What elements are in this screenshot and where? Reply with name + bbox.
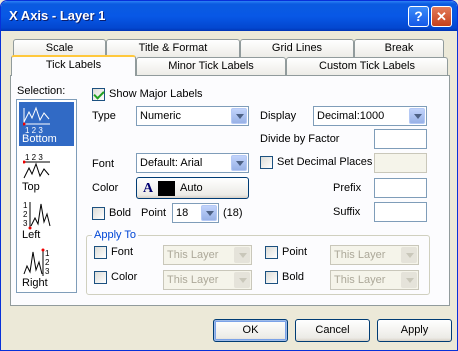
display-value: Decimal:1000 bbox=[317, 110, 385, 122]
help-button[interactable]: ? bbox=[408, 6, 429, 27]
color-label: Color bbox=[92, 182, 119, 194]
tab-grid-lines[interactable]: Grid Lines bbox=[240, 39, 354, 58]
top-axis-icon: 1 2 3 bbox=[23, 153, 50, 179]
window-title: X Axis - Layer 1 bbox=[9, 8, 106, 23]
chevron-down-icon bbox=[234, 247, 250, 263]
svg-text:1 2 3: 1 2 3 bbox=[25, 153, 43, 162]
point-label: Point bbox=[141, 207, 167, 219]
display-select[interactable]: Decimal:1000 bbox=[313, 106, 427, 126]
color-swatch bbox=[158, 181, 175, 196]
apply-point-select[interactable]: This Layer bbox=[330, 245, 419, 265]
set-decimal-places-checkbox[interactable] bbox=[260, 156, 273, 169]
tab-break[interactable]: Break bbox=[354, 39, 444, 58]
axis-dialog-window: X Axis - Layer 1 ? ✕ Scale Title & Forma… bbox=[0, 0, 458, 351]
selection-item-left[interactable]: 1 2 3 Left bbox=[19, 198, 74, 242]
prefix-input[interactable] bbox=[374, 178, 427, 198]
point-actual-value: (18) bbox=[223, 207, 243, 219]
selection-item-label: Right bbox=[22, 277, 48, 289]
selection-item-right[interactable]: 1 2 3 Right bbox=[19, 246, 74, 290]
apply-color-value: This Layer bbox=[167, 274, 219, 286]
apply-color-label: Color bbox=[111, 271, 138, 283]
font-color-icon: A bbox=[143, 181, 154, 196]
svg-text:1: 1 bbox=[23, 201, 28, 210]
color-button[interactable]: A Auto bbox=[136, 177, 249, 199]
apply-point-checkbox[interactable] bbox=[265, 246, 278, 259]
prefix-label: Prefix bbox=[333, 182, 362, 194]
bold-label: Bold bbox=[109, 207, 132, 219]
set-decimal-places-label: Set Decimal Places bbox=[277, 156, 373, 168]
cancel-button[interactable]: Cancel bbox=[295, 319, 370, 342]
chevron-down-icon bbox=[201, 205, 217, 221]
apply-font-select[interactable]: This Layer bbox=[163, 245, 252, 265]
apply-bold-checkbox[interactable] bbox=[265, 271, 278, 284]
suffix-label: Suffix bbox=[333, 206, 361, 218]
chevron-down-icon bbox=[409, 108, 425, 124]
selection-item-label: Bottom bbox=[22, 133, 57, 145]
svg-text:2: 2 bbox=[45, 258, 50, 267]
selection-item-bottom[interactable]: 1 2 3 Bottom bbox=[19, 102, 74, 146]
selection-list[interactable]: 1 2 3 Bottom 1 2 3 Top 1 2 3 Left 1 2 3 … bbox=[16, 99, 77, 293]
right-axis-icon: 1 2 3 bbox=[23, 248, 50, 276]
close-button[interactable]: ✕ bbox=[431, 6, 452, 27]
svg-text:1: 1 bbox=[45, 249, 50, 258]
bottom-axis-icon: 1 2 3 bbox=[23, 106, 50, 134]
font-value: Default: Arial bbox=[140, 157, 203, 169]
selection-item-top[interactable]: 1 2 3 Top bbox=[19, 150, 74, 194]
point-value: 18 bbox=[176, 207, 189, 219]
apply-bold-label: Bold bbox=[282, 271, 305, 283]
decimal-places-input[interactable] bbox=[374, 153, 427, 173]
selection-label: Selection: bbox=[17, 85, 66, 97]
show-major-labels-checkbox[interactable] bbox=[92, 88, 105, 101]
type-value: Numeric bbox=[140, 110, 181, 122]
chevron-down-icon bbox=[401, 247, 417, 263]
color-value: Auto bbox=[180, 182, 203, 194]
left-axis-icon: 1 2 3 bbox=[23, 201, 51, 230]
apply-color-select[interactable]: This Layer bbox=[163, 270, 252, 290]
tab-minor-tick-labels[interactable]: Minor Tick Labels bbox=[136, 57, 286, 76]
apply-button[interactable]: Apply bbox=[377, 319, 452, 342]
apply-font-label: Font bbox=[111, 246, 134, 258]
chevron-down-icon bbox=[234, 272, 250, 288]
apply-font-value: This Layer bbox=[167, 249, 219, 261]
apply-to-title: Apply To bbox=[92, 229, 138, 241]
tab-custom-tick-labels[interactable]: Custom Tick Labels bbox=[286, 57, 448, 76]
apply-point-label: Point bbox=[282, 246, 308, 258]
divide-by-factor-input[interactable] bbox=[374, 129, 427, 149]
tab-tick-labels[interactable]: Tick Labels bbox=[11, 55, 136, 76]
point-select[interactable]: 18 bbox=[172, 203, 219, 223]
ok-button[interactable]: OK bbox=[213, 319, 288, 342]
chevron-down-icon bbox=[401, 272, 417, 288]
bold-checkbox[interactable] bbox=[92, 207, 105, 220]
type-select[interactable]: Numeric bbox=[136, 106, 249, 126]
apply-bold-value: This Layer bbox=[334, 274, 386, 286]
chevron-down-icon bbox=[231, 108, 247, 124]
apply-font-checkbox[interactable] bbox=[94, 246, 107, 259]
font-label: Font bbox=[92, 158, 115, 170]
divide-by-factor-label: Divide by Factor bbox=[260, 133, 340, 145]
apply-color-checkbox[interactable] bbox=[94, 271, 107, 284]
suffix-input[interactable] bbox=[374, 202, 427, 222]
selection-item-label: Left bbox=[22, 229, 41, 241]
svg-text:2: 2 bbox=[23, 210, 28, 219]
show-major-labels-label: Show Major Labels bbox=[109, 88, 203, 100]
svg-text:3: 3 bbox=[23, 219, 28, 228]
selection-item-label: Top bbox=[22, 181, 40, 193]
title-bar[interactable]: X Axis - Layer 1 ? ✕ bbox=[1, 1, 457, 31]
chevron-down-icon bbox=[231, 155, 247, 171]
type-label: Type bbox=[92, 110, 116, 122]
font-select[interactable]: Default: Arial bbox=[136, 153, 249, 173]
svg-text:3: 3 bbox=[45, 267, 50, 276]
apply-bold-select[interactable]: This Layer bbox=[330, 270, 419, 290]
apply-point-value: This Layer bbox=[334, 249, 386, 261]
display-label: Display bbox=[260, 110, 297, 122]
